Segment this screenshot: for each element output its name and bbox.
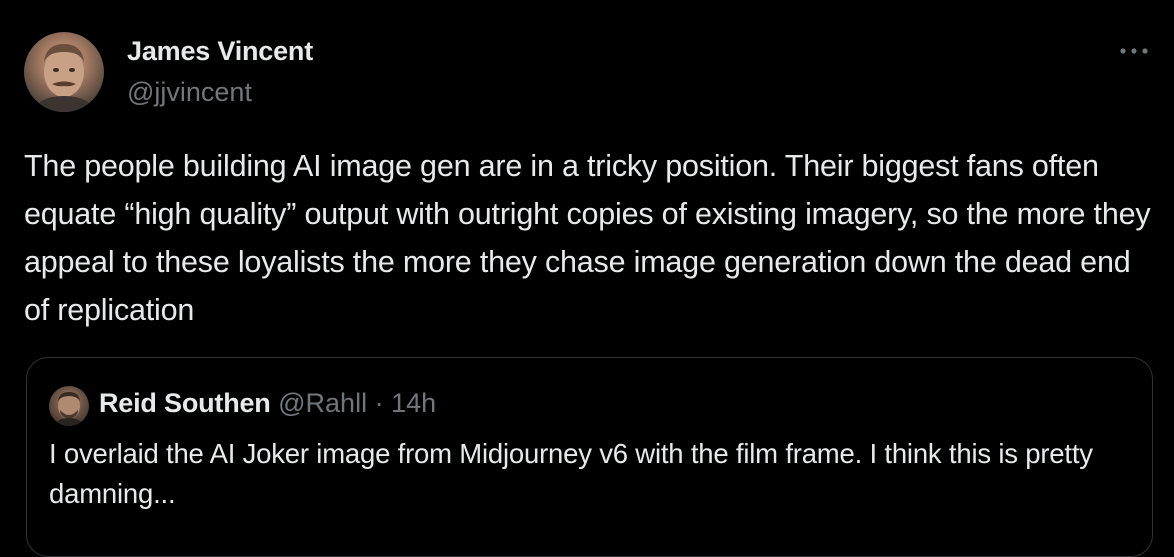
quoted-author-avatar[interactable] [49, 386, 89, 426]
quoted-header: Reid Southen @Rahll · 14h [99, 388, 436, 419]
tweet: James Vincent @jjvincent The people buil… [0, 0, 1174, 557]
tweet-text: The people building AI image gen are in … [24, 149, 1151, 327]
author-name[interactable]: James Vincent [127, 36, 313, 67]
author-avatar[interactable] [24, 32, 104, 112]
author-handle[interactable]: @jjvincent [127, 77, 252, 108]
avatar-portrait-icon [54, 392, 84, 426]
more-horizontal-icon [1120, 48, 1148, 54]
quoted-timestamp[interactable]: 14h [391, 388, 436, 418]
quoted-separator: · [374, 388, 384, 418]
quoted-author-handle[interactable]: @Rahll [278, 388, 367, 418]
quoted-author-name[interactable]: Reid Southen [99, 388, 271, 418]
avatar-portrait-icon [34, 44, 94, 112]
more-options-button[interactable] [1114, 36, 1154, 66]
quoted-tweet-text: I overlaid the AI Joker image from Midjo… [49, 438, 1093, 509]
quoted-tweet-card[interactable]: Reid Southen @Rahll · 14h I overlaid the… [26, 357, 1153, 557]
